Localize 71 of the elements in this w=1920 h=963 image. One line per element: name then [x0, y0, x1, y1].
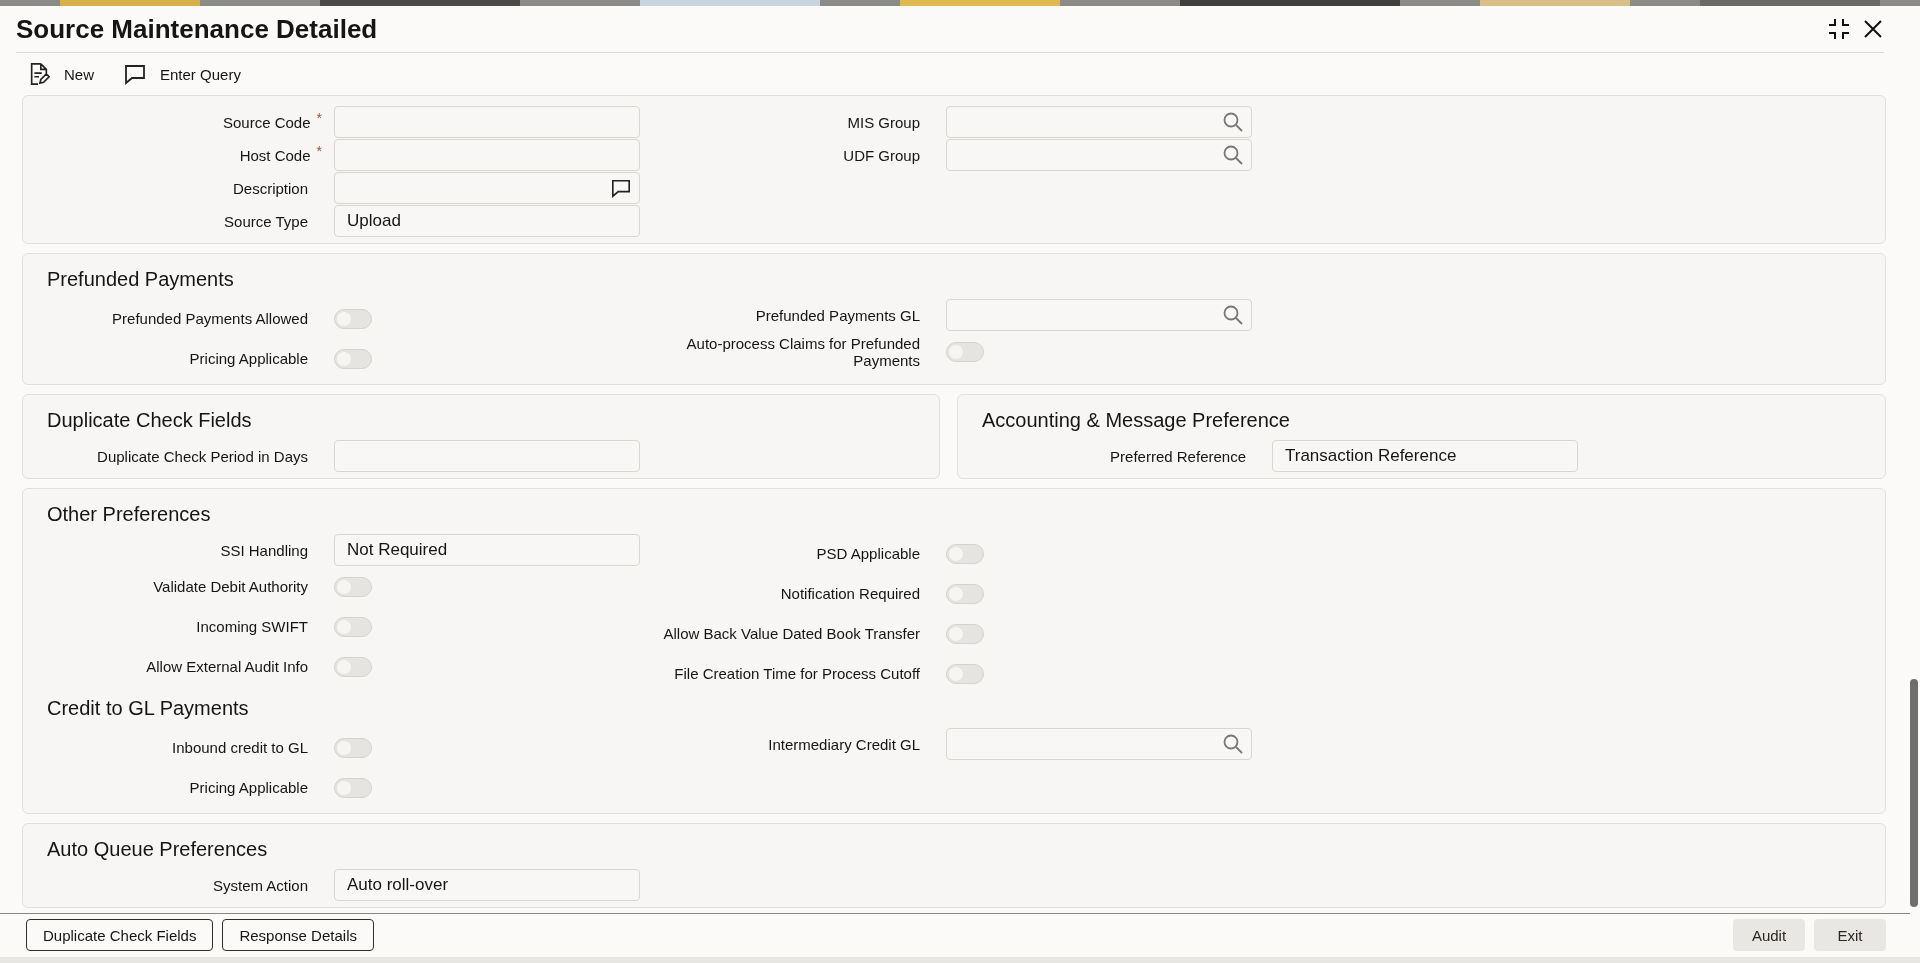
field-label: Description — [232, 179, 308, 197]
toggle-switch[interactable] — [334, 737, 372, 758]
toggle-switch[interactable] — [334, 308, 372, 329]
field-label: Pricing Applicable — [189, 779, 308, 796]
field-label: Inbound credit to GL — [172, 739, 308, 756]
scrollbar-thumb[interactable] — [1910, 679, 1918, 907]
input-field[interactable] — [946, 106, 1252, 138]
field-label: Source Code — [223, 113, 311, 131]
footer-button[interactable]: Duplicate Check Fields — [26, 919, 214, 951]
field-label: Auto-process Claims for Prefunded Payments — [685, 334, 920, 369]
field-label: UDF Group — [843, 146, 920, 164]
toggle-switch[interactable] — [946, 663, 984, 684]
input-field[interactable]: Auto roll-over — [334, 869, 640, 901]
toggle-switch[interactable] — [334, 576, 372, 597]
input-field[interactable] — [946, 139, 1252, 171]
field-label: Preferred Reference — [1110, 447, 1246, 465]
section-heading: Auto Queue Preferences — [47, 838, 269, 861]
footer-button[interactable]: Response Details — [222, 919, 374, 951]
section-heading: Prefunded Payments — [47, 268, 235, 291]
field-label: Allow Back Value Dated Book Transfer — [663, 625, 920, 642]
field-label: Incoming SWIFT — [196, 618, 308, 635]
speech-bubble-icon — [124, 63, 146, 85]
toggle-switch[interactable] — [334, 348, 372, 369]
toggle-switch[interactable] — [334, 777, 372, 798]
toggle-switch[interactable] — [946, 583, 984, 604]
speech-bubble-icon[interactable] — [611, 178, 631, 198]
input-field[interactable]: Not Required — [334, 534, 640, 566]
input-field[interactable] — [334, 106, 640, 138]
section-heading: Accounting & Message Preference — [982, 409, 1291, 432]
input-field[interactable]: Transaction Reference — [1272, 440, 1578, 472]
field-label: MIS Group — [847, 113, 920, 131]
field-label: Duplicate Check Period in Days — [97, 447, 308, 465]
input-field[interactable] — [946, 728, 1252, 760]
field-label: File Creation Time for Process Cutoff — [674, 665, 920, 682]
search-icon[interactable] — [1223, 305, 1243, 325]
field-label: System Action — [212, 876, 308, 894]
field-label: Intermediary Credit GL — [768, 735, 920, 753]
close-icon[interactable] — [1862, 18, 1884, 40]
required-mark: * — [316, 142, 322, 159]
input-field[interactable] — [334, 139, 640, 171]
input-field[interactable]: Upload — [334, 205, 640, 237]
field-label: Prefunded Payments GL — [755, 306, 920, 324]
search-icon[interactable] — [1223, 112, 1243, 132]
field-label: Validate Debit Authority — [153, 578, 308, 595]
section-heading: Duplicate Check Fields — [47, 409, 253, 432]
toggle-switch[interactable] — [946, 341, 984, 362]
field-label: Allow External Audit Info — [146, 658, 308, 675]
field-label: Notification Required — [780, 585, 920, 602]
search-icon[interactable] — [1223, 145, 1243, 165]
toggle-switch[interactable] — [946, 623, 984, 644]
field-label: Prefunded Payments Allowed — [112, 310, 308, 327]
toggle-switch[interactable] — [334, 616, 372, 637]
input-field[interactable] — [946, 299, 1252, 331]
section-heading: Credit to GL Payments — [47, 697, 250, 720]
section-heading: Other Preferences — [47, 503, 212, 526]
toggle-switch[interactable] — [334, 656, 372, 677]
field-label: Host Code — [239, 146, 311, 164]
toolbar-button[interactable]: New — [28, 59, 94, 89]
field-label: Pricing Applicable — [189, 350, 308, 367]
toolbar-button[interactable]: Enter Query — [124, 59, 241, 89]
input-field[interactable] — [334, 440, 640, 472]
required-mark: * — [316, 109, 322, 126]
field-label: SSI Handling — [220, 541, 308, 559]
input-field[interactable] — [334, 172, 640, 204]
toggle-switch[interactable] — [946, 543, 984, 564]
search-icon[interactable] — [1223, 734, 1243, 754]
document-icon — [28, 63, 50, 85]
field-label: PSD Applicable — [816, 545, 920, 562]
field-label: Source Type — [224, 212, 308, 230]
collapse-icon[interactable] — [1828, 18, 1850, 40]
window-title: Source Maintenance Detailed — [16, 13, 378, 45]
